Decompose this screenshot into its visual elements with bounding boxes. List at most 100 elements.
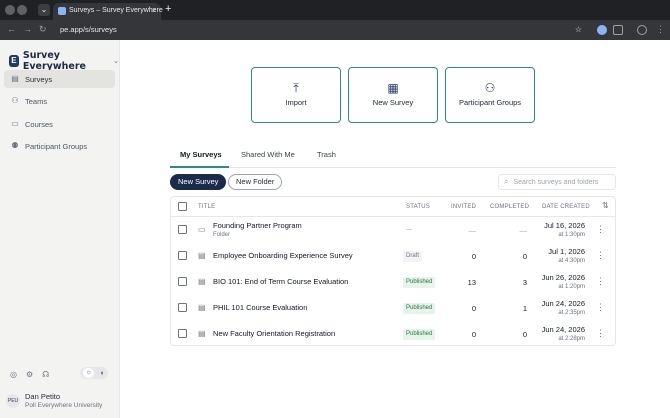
active-tab-indicator [170,166,229,168]
status-badge: Published [403,303,436,314]
tab-my-surveys[interactable]: My Surveys [180,150,222,159]
completed-count: 3 [522,278,527,287]
search-input[interactable] [513,178,612,186]
more-options-icon[interactable]: ⋮ [596,276,605,286]
table-row[interactable]: ▤ New Faculty Orientation Registration Pub… [171,321,615,347]
browser-tab[interactable]: Surveys – Survey Everywhere × [53,3,163,20]
invited-count: 13 [467,278,476,287]
window-minimize-button[interactable] [17,5,27,15]
window-close-button[interactable] [5,5,15,15]
time-created: at 4:30pm [558,258,585,264]
column-status[interactable]: STATUS [406,204,430,210]
tab-shared-with-me[interactable]: Shared With Me [241,150,295,159]
row-checkbox[interactable] [178,303,187,312]
more-options-icon[interactable]: ⋮ [596,224,605,234]
invited-count: — [468,226,477,235]
row-checkbox[interactable] [178,277,187,286]
survey-tabs: My Surveys Shared With Me Trash [170,146,616,168]
clipboard-icon: ▦ [387,81,399,95]
row-checkbox[interactable] [178,329,187,338]
participant-groups-icon: ⚇ [484,81,496,95]
brand-switcher[interactable]: E Survey Everywhere ⌄ [9,50,119,72]
profile-icon[interactable] [637,25,647,35]
invited-count: 0 [471,304,476,313]
time-created: at 1:30pm [558,232,585,238]
sidebar-item-courses[interactable]: ▭ Courses [4,115,115,133]
status-badge: Draft [403,251,423,262]
select-all-checkbox[interactable] [178,202,187,211]
column-completed[interactable]: COMPLETED [490,204,529,210]
avatar: PEU [6,393,20,408]
settings-icon[interactable]: ⚙ [26,370,33,379]
address-text: pe.app/s/surveys [60,25,117,34]
search-box: ⌕ [498,174,616,190]
column-title[interactable]: TITLE [198,204,215,210]
tab-search-icon[interactable]: ⌄ [38,4,50,16]
status-badge: Published [403,277,436,288]
participant-groups-label: Participant Groups [458,98,522,107]
row-checkbox[interactable] [178,251,187,260]
sidebar-item-label: Teams [25,96,48,106]
browser-tab-bar: ⌄ Surveys – Survey Everywhere × + [0,0,670,20]
tab-trash[interactable]: Trash [317,150,336,159]
row-title[interactable]: Employee Onboarding Experience Survey [213,251,353,260]
back-icon[interactable]: ← [7,24,16,34]
time-created: at 1:20pm [558,284,585,290]
chevron-down-icon: ⌄ [113,58,119,65]
close-tab-icon[interactable]: × [151,6,156,15]
date-created: Jun 24, 2026 [541,299,585,308]
status-badge: — [406,227,412,233]
dark-mode-icon[interactable]: ◐ [101,370,105,377]
help-icon[interactable]: ◎ [10,370,17,379]
column-invited[interactable]: INVITED [451,204,476,210]
participant-groups-card[interactable]: ⚇ Participant Groups [445,67,535,123]
extensions-puzzle-icon[interactable] [613,25,623,35]
status-badge: Published [403,329,436,340]
row-title[interactable]: New Faculty Orientation Registration [213,329,335,338]
table-row[interactable]: ▭ Founding Partner Program Folder — — — Jul 16… [171,217,615,243]
main-content: ⤒ Import ▦ New Survey ⚇ Participant Grou… [120,40,670,418]
column-date-created[interactable]: DATE CREATED [542,204,590,210]
table-header: TITLE STATUS INVITED COMPLETED DATE CREA… [171,197,615,217]
sort-icon[interactable]: ⇅ [602,201,609,210]
row-title[interactable]: PHIL 101 Course Evaluation [213,303,307,312]
more-options-icon[interactable]: ⋮ [596,302,605,312]
table-row[interactable]: ▤ Employee Onboarding Experience Survey Dr… [171,243,615,269]
more-options-icon[interactable]: ⋮ [596,328,605,338]
new-survey-card[interactable]: ▦ New Survey [348,67,438,123]
browser-menu-icon[interactable]: ⋮ [656,24,665,35]
sidebar-footer-icons: ◎ ⚙ ☊ [10,370,49,379]
light-mode-icon[interactable]: ☼ [83,368,95,378]
forward-icon[interactable]: → [23,24,32,34]
table-row[interactable]: ▤ BIO 101: End of Term Course Evaluation P… [171,269,615,295]
sidebar-item-surveys[interactable]: ▤ Surveys [4,70,115,88]
row-subtitle: Folder [213,232,231,238]
browser-tab-title: Surveys – Survey Everywhere [69,7,163,14]
invited-count: 0 [471,252,476,261]
extension-icon[interactable] [597,25,607,35]
new-survey-label: New Survey [372,98,414,107]
book-icon: ▭ [11,119,19,128]
row-title[interactable]: BIO 101: End of Term Course Evaluation [213,277,348,286]
address-bar[interactable]: pe.app/s/surveys ☆ [54,23,584,37]
import-card[interactable]: ⤒ Import [251,67,341,123]
user-profile[interactable]: PEU Dan Petito Poll Everywhere Universit… [6,392,102,409]
new-tab-button[interactable]: + [165,3,171,15]
browser-toolbar: ← → ↻ pe.app/s/surveys ☆ ⋮ [0,20,670,40]
bookmark-star-icon[interactable]: ☆ [575,23,582,37]
date-created: Jun 24, 2026 [541,325,585,334]
completed-count: 0 [522,330,527,339]
support-icon[interactable]: ☊ [42,370,49,379]
sidebar-item-label: Surveys [25,74,53,84]
import-label: Import [285,98,307,107]
row-title[interactable]: Founding Partner Program [213,221,302,230]
sidebar-item-participant-groups[interactable]: ⚉ Participant Groups [4,137,115,155]
theme-toggle[interactable]: ☼ ◐ [80,367,108,379]
new-survey-button[interactable]: New Survey [170,174,227,190]
table-row[interactable]: ▤ PHIL 101 Course Evaluation Published 0 1 Ju… [171,295,615,321]
sidebar-item-teams[interactable]: ⚇ Teams [4,92,115,110]
new-folder-button[interactable]: New Folder [228,174,283,190]
reload-icon[interactable]: ↻ [39,24,47,35]
more-options-icon[interactable]: ⋮ [596,250,605,260]
row-checkbox[interactable] [178,225,187,234]
